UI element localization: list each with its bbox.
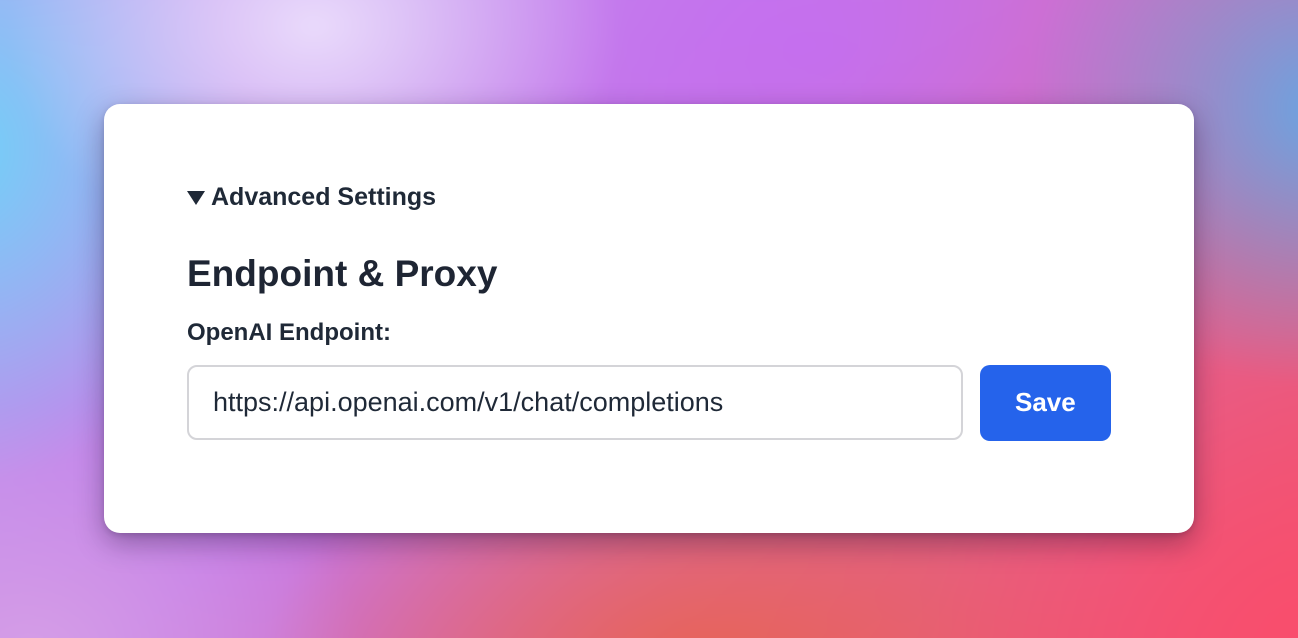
endpoint-row: Save [187,364,1111,441]
advanced-settings-toggle[interactable]: Advanced Settings [187,182,1111,212]
endpoint-input[interactable] [187,365,963,441]
advanced-settings-label: Advanced Settings [211,182,437,211]
triangle-down-icon [187,191,205,205]
section-title: Endpoint & Proxy [187,253,498,294]
endpoint-label: OpenAI Endpoint: [187,318,391,346]
save-button[interactable]: Save [979,364,1111,441]
settings-card: Advanced Settings Endpoint & Proxy OpenA… [104,104,1194,533]
